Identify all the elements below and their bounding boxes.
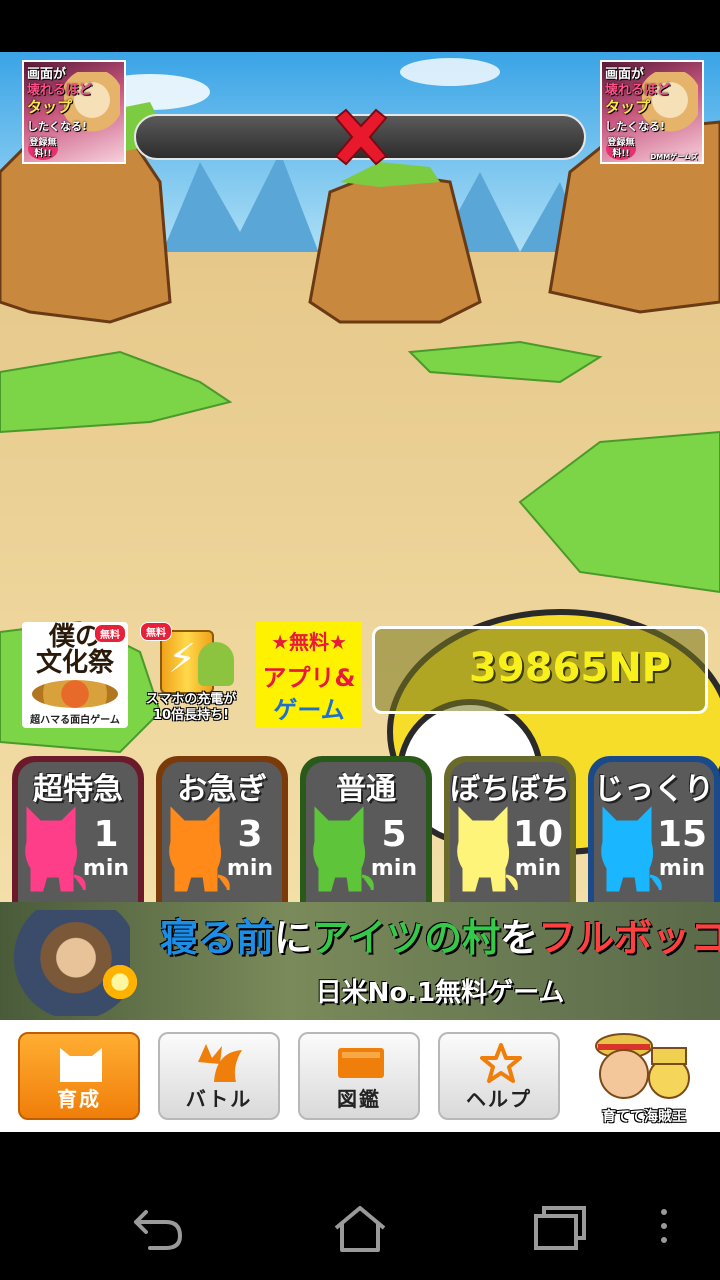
tab-encyclopedia[interactable]: 図鑑 <box>298 1032 420 1120</box>
tab-label: バトル <box>185 1087 253 1111</box>
speed-unit: min <box>370 856 418 881</box>
speed-label: お急ぎ <box>177 772 267 807</box>
speed-unit: min <box>82 856 130 881</box>
lightning-icon: ⚡ <box>168 636 197 682</box>
banner-ad[interactable]: 寝る前にアイツの村をフルボッコ 日米No.1無料ゲーム <box>0 902 720 1020</box>
ad-badge: 登録無料!! <box>606 138 636 160</box>
tab-label: ヘルプ <box>466 1087 532 1111</box>
ad-thumbnail-left[interactable]: 画面が 壊れるほど タップ したくなる! 登録無料!! <box>22 60 126 164</box>
np-value: 39865NP <box>469 645 671 691</box>
tab-training[interactable]: 育成 <box>18 1032 140 1120</box>
speed-label: ぼちぼち <box>450 772 570 807</box>
back-icon[interactable] <box>130 1202 186 1254</box>
ad-text: タップ <box>605 98 651 116</box>
speed-button[interactable]: ぼちぼち 10 min <box>444 756 576 902</box>
tab-help[interactable]: ヘルプ <box>438 1032 560 1120</box>
ad-text: 画面が <box>605 67 645 82</box>
ad-text: したくなる! <box>605 120 666 133</box>
ad-text: タップ <box>27 98 73 116</box>
ad-text: ★無料★ <box>271 630 347 654</box>
ad-text: ゲーム <box>273 696 345 724</box>
tab-battle[interactable]: バトル <box>158 1032 280 1120</box>
speed-unit: min <box>514 856 562 881</box>
speed-unit: min <box>658 856 706 881</box>
ad-free-apps[interactable]: ★無料★ アプリ& ゲーム <box>256 622 362 728</box>
food-image <box>32 680 118 708</box>
home-icon[interactable] <box>332 1202 388 1254</box>
close-icon[interactable] <box>330 108 392 166</box>
banner-headline: 寝る前にアイツの村をフルボッコ <box>160 916 720 960</box>
tab-label: 図鑑 <box>337 1087 381 1111</box>
speed-minutes: 15 <box>656 814 708 855</box>
speed-label: じっくり <box>594 772 714 807</box>
ad-pirate-king[interactable]: 育てて海賊王 <box>584 1026 704 1126</box>
speed-minutes: 1 <box>93 814 119 855</box>
ad-text: 画面が <box>27 67 67 82</box>
ad-badge: 登録無料!! <box>28 138 58 160</box>
system-nav-bar <box>0 1132 720 1280</box>
speed-button[interactable]: お急ぎ 3 min <box>156 756 288 902</box>
ad-text: 壊れるほど <box>27 83 93 98</box>
speed-unit: min <box>226 856 274 881</box>
pirate-characters-image <box>595 1033 690 1099</box>
speed-minutes: 5 <box>381 814 407 855</box>
ad-label: 育てて海賊王 <box>602 1109 686 1125</box>
speed-minutes: 3 <box>237 814 263 855</box>
speed-button[interactable]: じっくり 15 min <box>588 756 720 902</box>
star-icon <box>480 1043 522 1083</box>
ad-brand: DMMゲームズ <box>650 153 698 161</box>
speed-button[interactable]: 普通 5 min <box>300 756 432 902</box>
book-icon <box>338 1048 384 1078</box>
ad-thumbnail-right[interactable]: 画面が 壊れるほど タップ したくなる! 登録無料!! DMMゲームズ <box>600 60 704 164</box>
bottom-tab-bar: 育成 バトル 図鑑 ヘルプ 育てて海賊王 <box>0 1020 720 1132</box>
ad-text: アプリ& <box>262 664 356 692</box>
android-icon <box>198 642 234 686</box>
fire-icon <box>100 962 140 1002</box>
cat-icon <box>60 1048 102 1082</box>
speed-label: 普通 <box>336 772 396 807</box>
banner-subtitle: 日米No.1無料ゲーム <box>315 978 565 1008</box>
speed-minutes: 10 <box>512 814 564 855</box>
status-bar <box>0 0 720 52</box>
speed-button[interactable]: 超特急 1 min <box>12 756 144 902</box>
np-counter: 39865NP <box>372 626 708 714</box>
ad-text: 壊れるほど <box>605 83 671 98</box>
speed-label: 超特急 <box>33 772 123 807</box>
ad-subtitle: スマホの充電が 10倍長持ち! <box>145 692 237 723</box>
ad-bunkasai[interactable]: 僕の 文化祭 無料 超ハマる面白ゲーム <box>22 622 128 728</box>
free-badge: 無料 <box>140 622 172 641</box>
battle-icon <box>198 1044 242 1082</box>
more-options-icon[interactable] <box>654 1202 674 1254</box>
ad-subtitle: 超ハマる面白ゲーム <box>22 711 128 726</box>
tab-label: 育成 <box>57 1087 101 1111</box>
ad-battery-app[interactable]: ⚡ 無料 スマホの充電が 10倍長持ち! <box>138 622 244 728</box>
ad-text: したくなる! <box>27 120 88 133</box>
recent-apps-icon[interactable] <box>532 1202 588 1254</box>
free-badge: 無料 <box>94 624 126 643</box>
